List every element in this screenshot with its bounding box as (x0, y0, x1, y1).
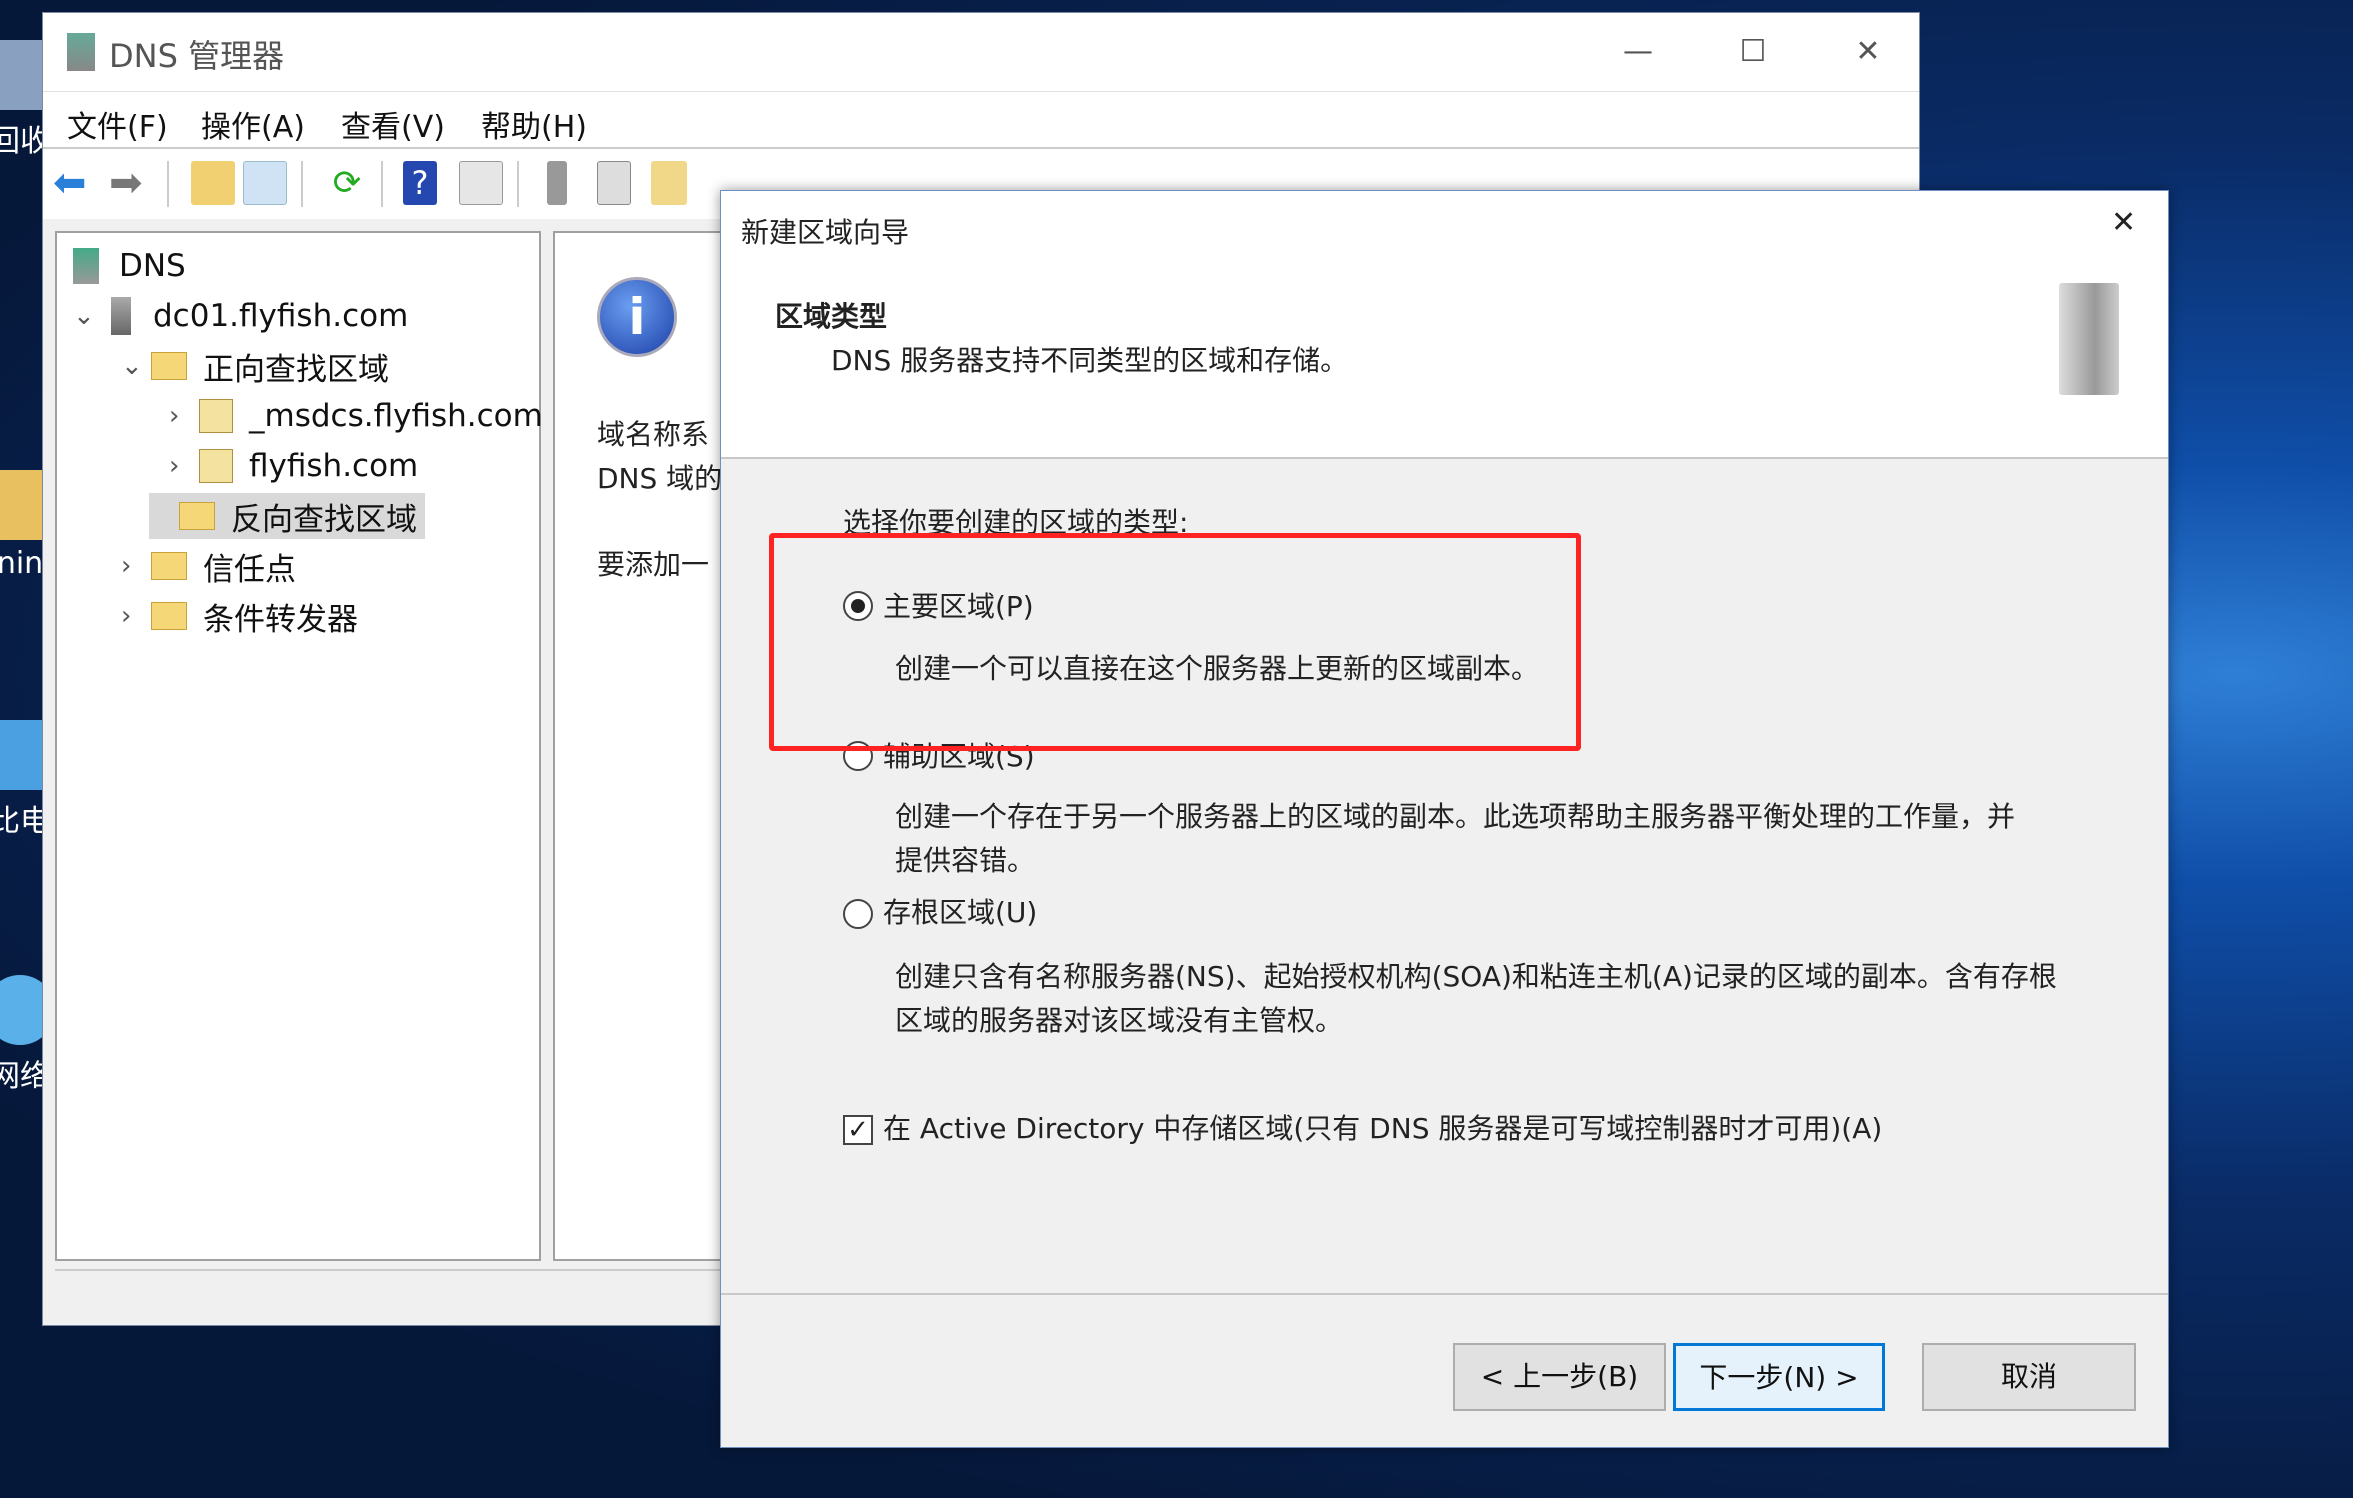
maximize-button[interactable]: ☐ (1718, 27, 1788, 77)
tree-item-dns[interactable]: DNS (73, 243, 186, 289)
toolbar-separator (167, 161, 169, 207)
folder-icon (151, 552, 187, 580)
chevron-right-icon[interactable]: › (121, 601, 151, 631)
chevron-down-icon[interactable]: ⌄ (121, 351, 151, 381)
tree-item-zone[interactable]: › flyfish.com (169, 443, 418, 489)
new-zone-wizard-dialog: 新建区域向导 ✕ 区域类型 DNS 服务器支持不同类型的区域和存储。 选择你要创… (720, 190, 2169, 1448)
tree-label: dc01.flyfish.com (153, 298, 409, 334)
info-text: 域名称系 (597, 418, 710, 451)
dns-icon (73, 248, 99, 284)
tree-label: _msdcs.flyfish.com (249, 398, 543, 434)
info-text: DNS 域的 (597, 462, 723, 495)
stub-zone-description: 创建只含有名称服务器(NS)、起始授权机构(SOA)和粘连主机(A)记录的区域的… (895, 960, 2057, 1037)
back-button[interactable]: < 上一步(B) (1453, 1343, 1666, 1411)
menu-file[interactable]: 文件(F) (67, 102, 168, 146)
info-icon: i (597, 277, 677, 357)
forward-icon[interactable]: ➡ (109, 161, 153, 205)
up-folder-icon[interactable] (191, 161, 235, 205)
zone-icon[interactable] (651, 161, 687, 205)
minimize-button[interactable]: — (1603, 27, 1673, 77)
close-button[interactable]: ✕ (1833, 27, 1903, 77)
zone-icon (199, 399, 233, 433)
secondary-zone-description: 创建一个存在于另一个服务器上的区域的副本。此选项帮助主服务器平衡处理的工作量，并… (895, 800, 2016, 877)
back-icon[interactable]: ⬅ (53, 161, 97, 205)
stub-zone-label[interactable]: 存根区域(U) (883, 891, 1037, 931)
menu-action[interactable]: 操作(A) (201, 102, 305, 146)
dns-app-icon (67, 33, 95, 71)
tree-label: flyfish.com (249, 448, 419, 484)
stub-zone-radio[interactable] (843, 899, 873, 929)
list-icon[interactable] (597, 161, 631, 205)
wizard-header: 新建区域向导 ✕ 区域类型 DNS 服务器支持不同类型的区域和存储。 (721, 191, 2168, 459)
refresh-icon[interactable]: ⟳ (325, 161, 369, 205)
tree-item-zone[interactable]: › _msdcs.flyfish.com (169, 393, 543, 439)
title-bar: DNS 管理器 — ☐ ✕ (43, 13, 1919, 91)
folder-icon (151, 602, 187, 630)
toolbar-separator (517, 161, 519, 207)
wizard-step-title: 区域类型 (775, 300, 888, 333)
console-tree: DNS ⌄ dc01.flyfish.com ⌄ 正向查找区域 › _msdcs.fl… (55, 231, 543, 1261)
show-hide-tree-icon[interactable] (243, 161, 287, 205)
store-in-ad-label[interactable]: 在 Active Directory 中存储区域(只有 DNS 服务器是可写域控… (883, 1107, 1882, 1147)
tree-label: 信任点 (203, 551, 296, 588)
tree-item-trust-points[interactable]: › 信任点 (121, 543, 296, 589)
tree-label: DNS (119, 248, 186, 284)
tree-item-server[interactable]: ⌄ dc01.flyfish.com (73, 293, 408, 339)
tree-item-conditional-forwarders[interactable]: › 条件转发器 (121, 593, 358, 639)
divider (721, 1293, 2168, 1295)
menu-bar: 文件(F) 操作(A) 查看(V) 帮助(H) (43, 91, 1919, 149)
server-icon (2059, 283, 2119, 395)
tree-label: 条件转发器 (203, 601, 358, 638)
wizard-step-subtitle: DNS 服务器支持不同类型的区域和存储。 (831, 344, 1349, 377)
chevron-right-icon[interactable]: › (169, 401, 199, 431)
next-button[interactable]: 下一步(N) > (1673, 1343, 1885, 1411)
chevron-down-icon[interactable]: ⌄ (73, 301, 103, 331)
toolbar-separator (381, 161, 383, 207)
cancel-button[interactable]: 取消 (1922, 1343, 2136, 1411)
chevron-right-icon[interactable]: › (121, 551, 151, 581)
info-text: 要添加一 (597, 548, 710, 581)
tree-item-reverse-zones[interactable]: 反向查找区域 (149, 493, 425, 539)
zone-icon (199, 449, 233, 483)
window-title: DNS 管理器 (109, 37, 285, 75)
store-in-ad-checkbox[interactable]: ✓ (843, 1115, 873, 1145)
tree-label: 正向查找区域 (203, 351, 389, 388)
help-icon[interactable]: ? (403, 161, 437, 205)
server-icon[interactable] (547, 161, 567, 205)
action-pane-icon[interactable] (459, 161, 503, 205)
tree-item-forward-zones[interactable]: ⌄ 正向查找区域 (121, 343, 389, 389)
highlight-box (769, 533, 1581, 751)
desktop-icon-label: nin (0, 546, 44, 581)
dialog-close-button[interactable]: ✕ (2111, 205, 2136, 240)
chevron-right-icon[interactable]: › (169, 451, 199, 481)
toolbar-separator (301, 161, 303, 207)
dialog-title: 新建区域向导 (741, 216, 910, 249)
folder-icon (151, 352, 187, 380)
tree-label: 反向查找区域 (231, 501, 417, 538)
menu-help[interactable]: 帮助(H) (481, 102, 587, 146)
menu-view[interactable]: 查看(V) (341, 102, 445, 146)
folder-icon (179, 502, 215, 530)
server-icon (111, 297, 131, 335)
